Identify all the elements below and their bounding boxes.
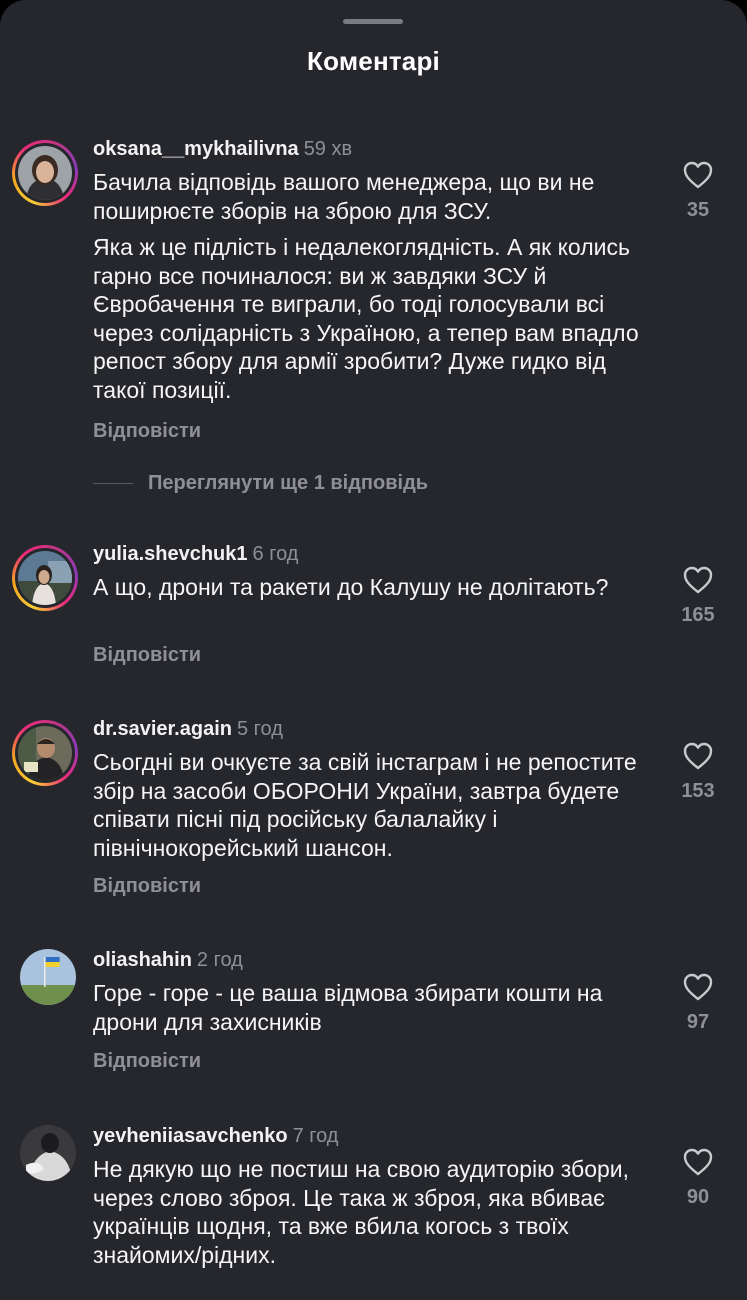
like-button[interactable]: 35 xyxy=(668,161,728,222)
avatar-photo xyxy=(20,1125,76,1181)
comment-username[interactable]: dr.savier.again xyxy=(93,718,232,740)
comment-text: Горе - горе - це ваша відмова збирати ко… xyxy=(93,979,663,1036)
reply-button[interactable]: Відповісти xyxy=(93,1050,201,1073)
like-button[interactable]: 165 xyxy=(668,566,728,627)
avatar-photo xyxy=(18,726,72,780)
avatar[interactable] xyxy=(20,1125,76,1181)
comment-time: 5 год xyxy=(236,718,283,740)
reply-button[interactable]: Відповісти xyxy=(93,875,201,898)
like-count: 35 xyxy=(686,199,710,221)
like-count: 165 xyxy=(681,604,715,626)
comment-paragraph: Бачила відповідь вашого менеджера, що ви… xyxy=(93,169,595,224)
avatar[interactable] xyxy=(12,140,78,206)
comment-paragraph: Яка ж це підлість і недалекоглядність. А… xyxy=(93,234,639,403)
view-more-replies-label[interactable]: Переглянути ще 1 відповідь xyxy=(148,472,428,495)
comment-text: Не дякую що не постиш на свою аудиторію … xyxy=(93,1155,663,1269)
heart-outline-icon[interactable] xyxy=(683,973,713,1001)
heart-outline-icon[interactable] xyxy=(683,161,713,189)
avatar[interactable] xyxy=(12,720,78,786)
like-button[interactable]: 90 xyxy=(668,1148,728,1209)
heart-outline-icon[interactable] xyxy=(683,1148,713,1176)
like-count: 90 xyxy=(686,1186,710,1208)
comment-username[interactable]: oksana__mykhailivna xyxy=(93,138,299,160)
like-count: 97 xyxy=(686,1011,710,1033)
comment-time: 7 год xyxy=(292,1125,339,1147)
heart-outline-icon[interactable] xyxy=(683,742,713,770)
avatar-photo xyxy=(20,949,76,1005)
heart-outline-icon[interactable] xyxy=(683,566,713,594)
like-count: 153 xyxy=(681,780,715,802)
comment-username[interactable]: yulia.shevchuk1 xyxy=(93,543,248,565)
like-button[interactable]: 153 xyxy=(668,742,728,803)
comment-paragraph: А що, дрони та ракети до Калушу не доліт… xyxy=(93,574,609,600)
like-button[interactable]: 97 xyxy=(668,973,728,1034)
comments-sheet: Коментарі oksana__mykhailivna 59 хв Бачил… xyxy=(0,0,747,1300)
comment-text: А що, дрони та ракети до Калушу не доліт… xyxy=(93,573,663,602)
comment-text: Сьогдні ви очкуєте за свій інстаграм і н… xyxy=(93,748,663,862)
comment-time: 59 хв xyxy=(303,138,353,160)
divider-line xyxy=(93,483,133,484)
comment-paragraph: Не дякую що не постиш на свою аудиторію … xyxy=(93,1156,630,1268)
avatar[interactable] xyxy=(20,949,76,1005)
comment-username[interactable]: oliashahin xyxy=(93,949,192,971)
sheet-drag-handle[interactable] xyxy=(343,19,403,24)
comment-paragraph: Горе - горе - це ваша відмова збирати ко… xyxy=(93,980,603,1035)
comment-time: 6 год xyxy=(252,543,299,565)
avatar-photo xyxy=(18,146,72,200)
view-more-replies-button[interactable]: Переглянути ще 1 відповідь xyxy=(93,472,428,495)
comment-username[interactable]: yevheniiasavchenko xyxy=(93,1125,288,1147)
comment-text: Бачила відповідь вашого менеджера, що ви… xyxy=(93,168,663,404)
reply-button[interactable]: Відповісти xyxy=(93,644,201,667)
avatar-photo xyxy=(18,551,72,605)
comment-time: 2 год xyxy=(196,949,243,971)
reply-button[interactable]: Відповісти xyxy=(93,420,201,443)
avatar[interactable] xyxy=(12,545,78,611)
sheet-title: Коментарі xyxy=(307,46,440,76)
comment-paragraph: Сьогдні ви очкуєте за свій інстаграм і н… xyxy=(93,749,637,861)
